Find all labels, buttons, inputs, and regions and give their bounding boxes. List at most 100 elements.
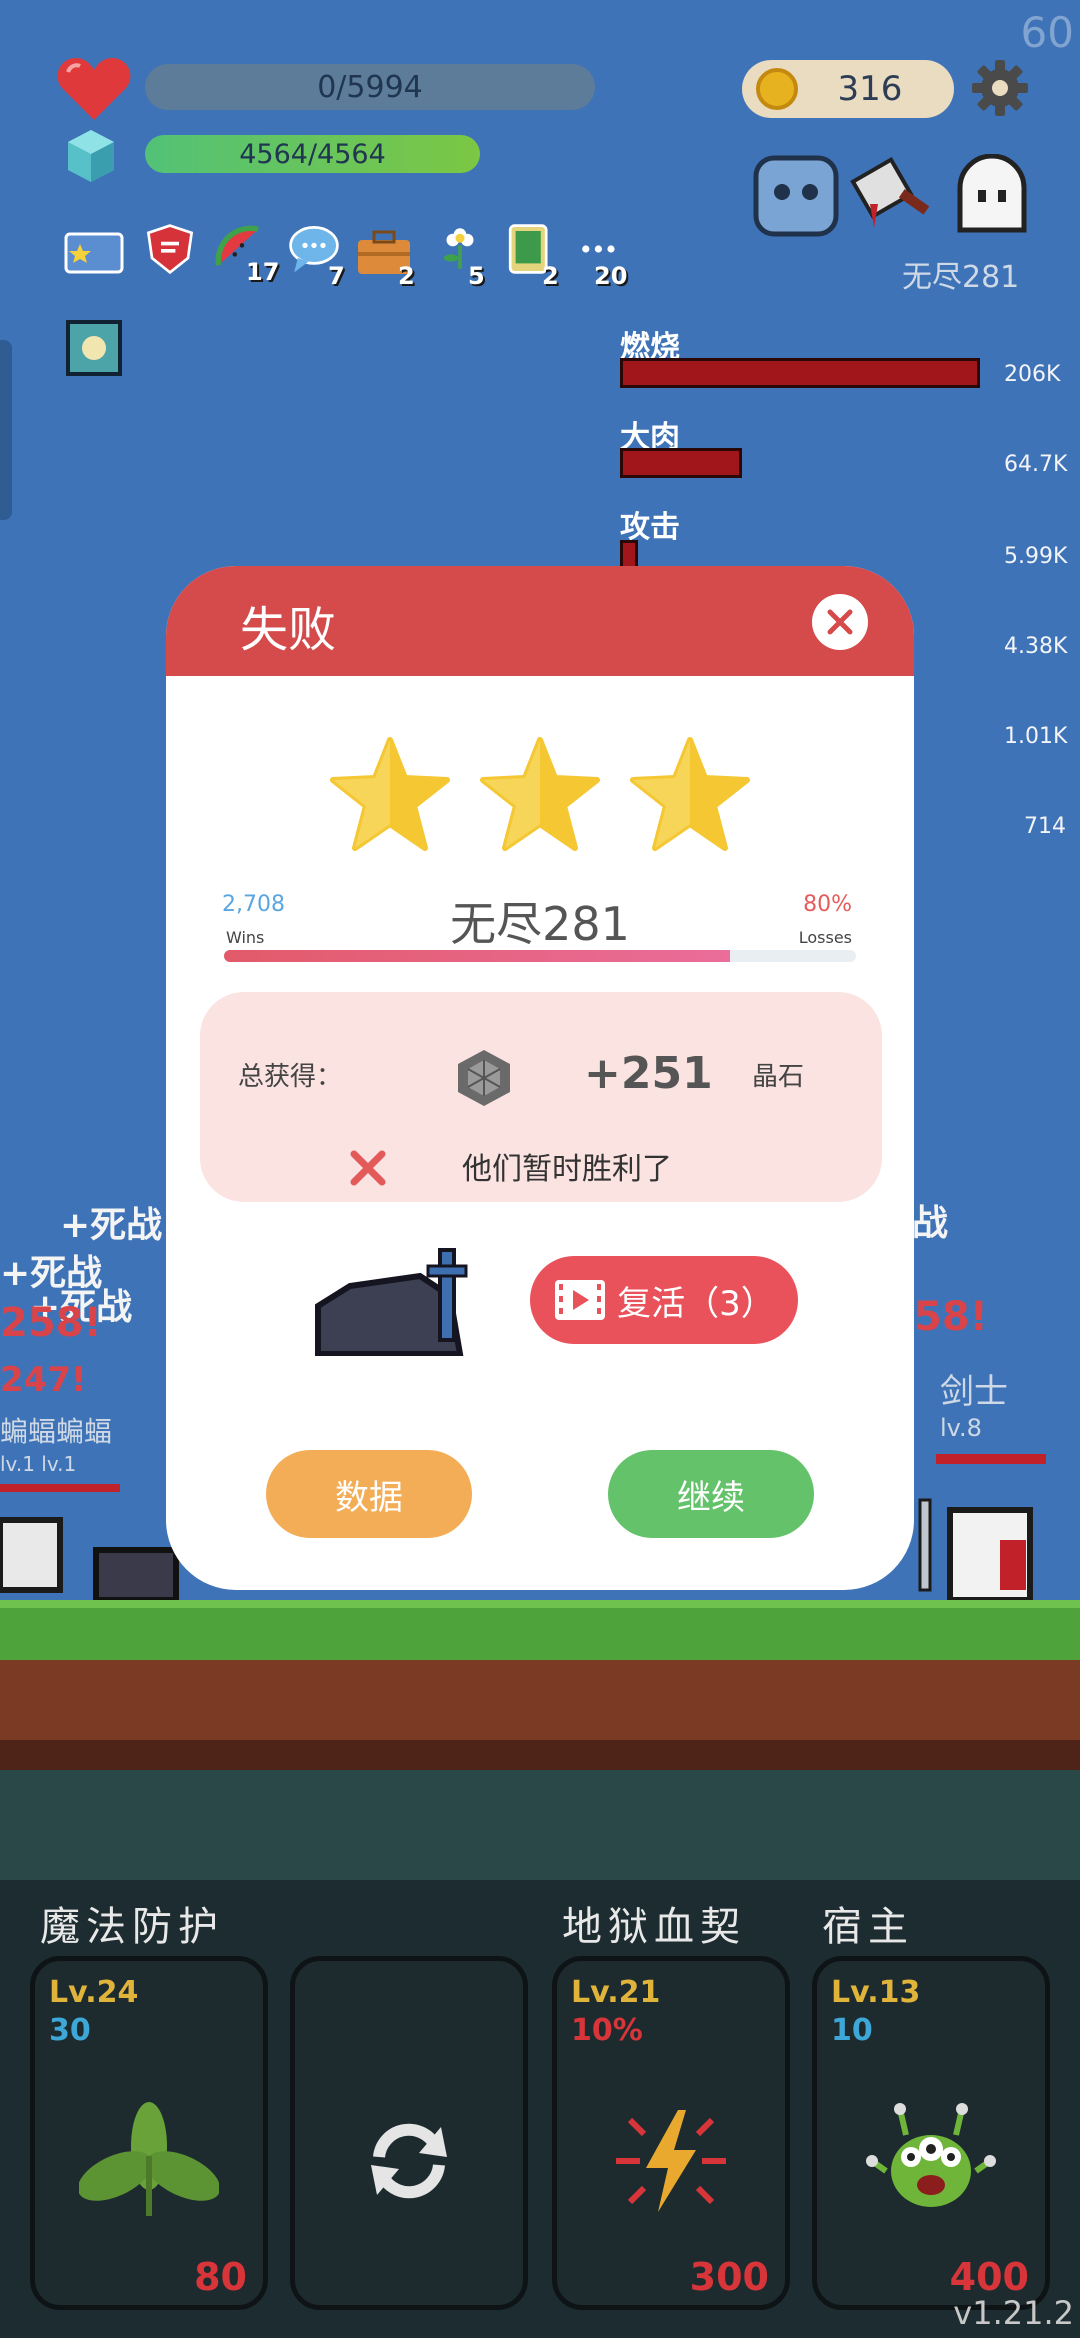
damage-value: 5.99K (1004, 544, 1068, 569)
damage-bar (620, 448, 742, 478)
stats-button[interactable]: 数据 (266, 1450, 472, 1538)
reward-amount: +251 (584, 1048, 713, 1099)
coin-icon (756, 68, 798, 110)
progress-fill (224, 950, 730, 962)
shield-badge-icon (146, 224, 194, 275)
skill-name: 地狱血契 (562, 1904, 746, 1950)
skill-cost: 300 (689, 2255, 769, 2299)
leaf-icon (79, 2101, 219, 2216)
stat-more[interactable]: 20 (572, 222, 632, 290)
water-band (0, 1770, 1080, 1880)
fps-counter: 60 (1020, 8, 1074, 57)
reward-label: 总获得： (238, 1062, 343, 1092)
stat-count: 17 (246, 258, 280, 286)
enemy-name: 蝙蝠蝙蝠 (0, 1415, 113, 1448)
ghost-face-icon[interactable] (752, 154, 840, 238)
shield-crystal-icon (68, 130, 114, 182)
close-button[interactable] (812, 594, 868, 650)
dirt-layer-dark (0, 1740, 1080, 1770)
skill-cost: 80 (194, 2255, 247, 2299)
skill-card-magic-shield[interactable]: Lv.24 30 80 (30, 1956, 268, 2310)
stat-count: 20 (594, 262, 628, 290)
stat-phone[interactable]: 2 (500, 222, 560, 290)
swordsman-sprite (918, 1498, 1033, 1603)
skill-card-host[interactable]: Lv.13 10 400 (812, 1956, 1050, 2310)
defeat-dialog: 失败 2,708 Wins 无尽281 80% Losses 总获得： +251… (166, 566, 914, 1590)
cross-icon (350, 1150, 386, 1186)
stat-watermelon[interactable]: 17 (212, 222, 279, 286)
reward-unit: 晶石 (752, 1062, 805, 1092)
star-icon (330, 737, 450, 851)
hero-hp-bar (936, 1454, 1046, 1464)
star-rating (166, 736, 914, 854)
damage-value: 206K (1004, 362, 1061, 387)
cleaver-icon[interactable] (850, 154, 938, 238)
shield-bar: 4564/4564 (145, 135, 480, 173)
skill-card-reroll[interactable] (290, 1956, 528, 2310)
result-message: 他们暂时胜利了 (462, 1152, 672, 1187)
damage-bar (620, 358, 980, 388)
star-icon (480, 737, 600, 851)
lightning-icon (616, 2109, 726, 2212)
skill-name: 宿主 (822, 1904, 914, 1950)
skill-value: 30 (49, 2013, 91, 2048)
float-damage: 258! (0, 1300, 102, 1346)
continue-button[interactable]: 继续 (608, 1450, 814, 1538)
hero-level: lv.8 (940, 1414, 982, 1442)
stat-chat[interactable]: 7 (284, 222, 345, 290)
skill-value: 10% (571, 2013, 643, 2048)
coin-counter: 316 (742, 60, 954, 118)
dialog-title: 失败 (240, 602, 337, 658)
monster-icon (866, 2102, 996, 2207)
shield-text: 4564/4564 (239, 138, 386, 170)
enemy-level-label: 无尽281 (902, 260, 1020, 295)
win-loss-progress (224, 950, 856, 962)
damage-value: 4.38K (1004, 634, 1068, 659)
version-label: v1.21.2 (953, 2294, 1074, 2332)
crystal-icon (458, 1050, 510, 1106)
reward-panel: 总获得： +251 晶石 他们暂时胜利了 (200, 992, 882, 1202)
stat-count: 2 (398, 262, 415, 290)
stat-shield[interactable] (140, 222, 200, 280)
hero-name: 剑士 (940, 1372, 1008, 1412)
card-icon (64, 232, 124, 274)
buff-icon[interactable] (66, 320, 122, 376)
losses-label: Losses (798, 928, 852, 947)
float-damage: 58! (914, 1294, 988, 1340)
refresh-icon (371, 2123, 447, 2198)
hp-text: 0/5994 (317, 69, 423, 105)
side-tab[interactable] (0, 340, 12, 520)
float-text: +死战 (60, 1205, 163, 1246)
skill-level: Lv.21 (571, 1975, 661, 2010)
video-ad-icon (555, 1280, 606, 1320)
coin-value: 316 (837, 69, 903, 109)
skill-cost: 400 (949, 2255, 1029, 2299)
damage-value: 714 (1024, 814, 1066, 839)
hp-bar: 0/5994 (145, 64, 595, 110)
enemy-level: lv.1 lv.1 (0, 1452, 77, 1476)
revive-button[interactable]: 复活（3） (530, 1256, 798, 1344)
revive-label: 复活（3） (617, 1283, 775, 1324)
stat-count: 2 (542, 262, 559, 290)
fallen-hero-sprite (315, 1248, 468, 1356)
dialog-header: 失败 (166, 566, 914, 676)
damage-value: 1.01K (1004, 724, 1068, 749)
heart-icon (57, 58, 131, 120)
stat-count: 7 (328, 262, 345, 290)
skill-level: Lv.13 (831, 1975, 921, 2010)
skill-card-hell-pact[interactable]: Lv.21 10% 300 (552, 1956, 790, 2310)
damage-value: 64.7K (1004, 452, 1068, 477)
float-damage: 247! (0, 1360, 87, 1400)
gear-icon[interactable] (970, 58, 1030, 118)
skill-level: Lv.24 (49, 1975, 139, 2010)
ghost-icon[interactable] (948, 154, 1036, 238)
stat-flower[interactable]: 5 (430, 222, 490, 290)
skill-value: 10 (831, 2013, 873, 2048)
skill-name: 魔法防护 (40, 1904, 224, 1950)
losses-percent: 80% (803, 892, 852, 917)
float-text: 战 (912, 1203, 949, 1244)
stat-briefcase[interactable]: 2 (354, 226, 415, 290)
dirt-layer (0, 1660, 1080, 1740)
close-icon (827, 609, 853, 635)
stat-card[interactable] (64, 226, 124, 284)
